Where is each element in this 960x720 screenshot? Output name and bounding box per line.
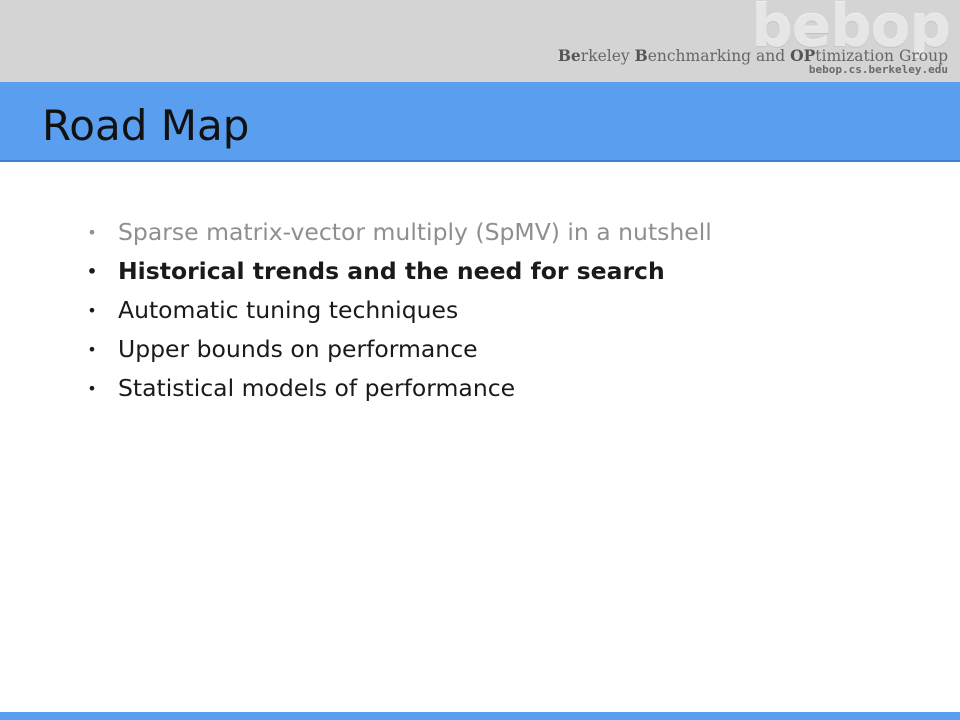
bullet-icon: • [87,340,97,359]
group-name-part: enchmarking and [647,47,791,65]
road-map-item-text: Statistical models of performance [118,374,516,402]
road-map-list: • Sparse matrix-vector multiply (SpMV) i… [84,213,712,408]
group-name-part: Be [557,46,581,65]
road-map-item-current: • Historical trends and the need for sea… [84,252,712,291]
bullet-icon: • [87,379,97,398]
road-map-item: • Upper bounds on performance [84,330,712,369]
bullet-icon: • [87,223,97,242]
road-map-item-text: Automatic tuning techniques [118,296,459,324]
group-name-part: rkeley [580,47,635,65]
bebop-logo: bebop [751,0,951,60]
slide-title: Road Map [42,101,250,150]
road-map-item: • Sparse matrix-vector multiply (SpMV) i… [84,213,712,252]
road-map-item: • Statistical models of performance [84,369,712,408]
road-map-item-text: Upper bounds on performance [118,335,478,363]
bullet-icon: • [87,301,97,320]
group-url: bebop.cs.berkeley.edu [808,63,948,76]
road-map-item: • Automatic tuning techniques [84,291,712,330]
bottom-bar [0,712,960,720]
bullet-icon: • [86,262,98,281]
road-map-item-text: Sparse matrix-vector multiply (SpMV) in … [118,218,712,246]
road-map-item-text: Historical trends and the need for searc… [118,257,665,285]
group-name-part: B [634,46,648,65]
